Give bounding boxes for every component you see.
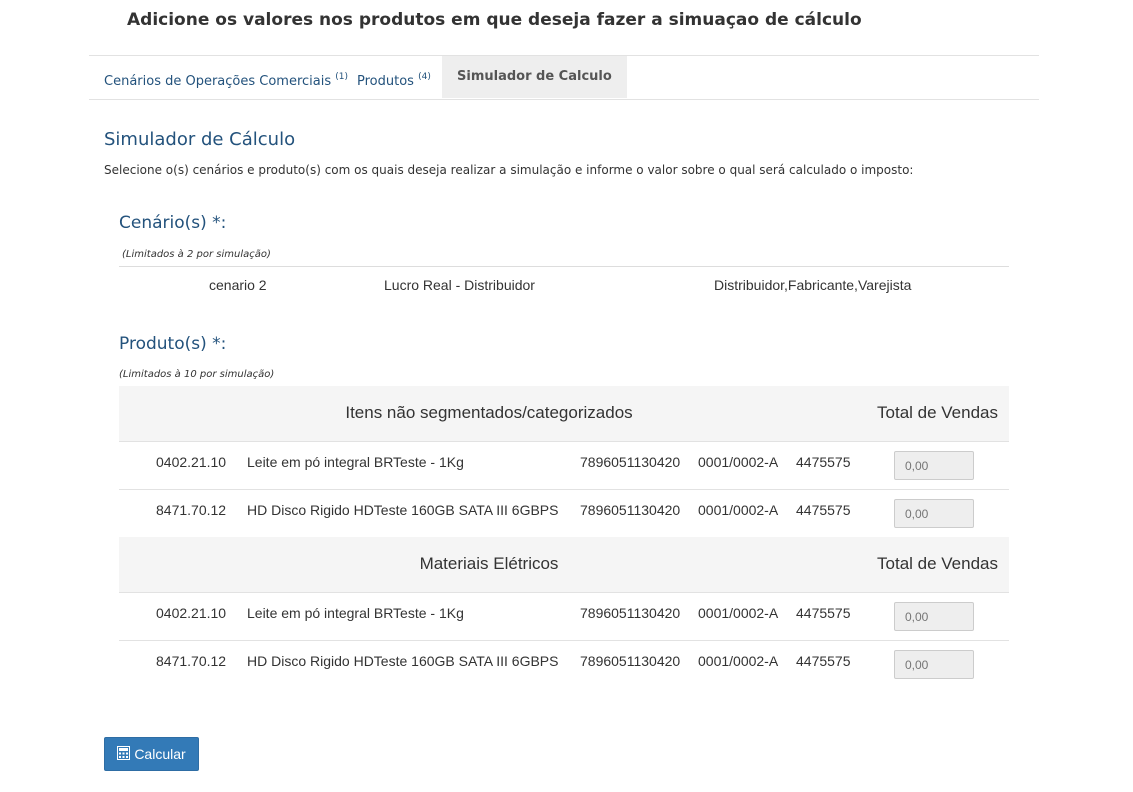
product-ean: 7896051130420 [580, 454, 681, 470]
tab-simulador[interactable]: Simulador de Calculo [442, 56, 627, 98]
product-ean: 7896051130420 [580, 605, 681, 621]
product-ncm: 0402.21.10 [156, 454, 227, 470]
product-code: 0001/0002-A [698, 502, 779, 518]
calculator-icon [117, 746, 131, 762]
section-title: Simulador de Cálculo [104, 129, 296, 150]
tab-produtos[interactable]: Produtos (4) [357, 56, 431, 98]
product-code: 0001/0002-A [698, 605, 779, 621]
section-intro: Selecione o(s) cenários e produto(s) com… [104, 163, 914, 177]
product-number: 4475575 [796, 502, 851, 518]
calculate-button-label: Calcular [134, 746, 186, 762]
tab-cenarios-count: (1) [335, 72, 349, 82]
group-title: Materiais Elétricos [419, 554, 559, 573]
table-row: 8471.70.12 HD Disco Rigido HDTeste 160GB… [119, 640, 1009, 688]
scenario-regime: Lucro Real - Distribuidor [384, 277, 535, 293]
sales-total-input[interactable] [894, 650, 974, 679]
table-row: 0402.21.10 Leite em pó integral BRTeste … [119, 592, 1009, 640]
product-number: 4475575 [796, 605, 851, 621]
product-description: HD Disco Rigido HDTeste 160GB SATA III 6… [247, 502, 559, 518]
product-ean: 7896051130420 [580, 653, 681, 669]
product-description: Leite em pó integral BRTeste - 1Kg [247, 454, 464, 470]
table-row: 0402.21.10 Leite em pó integral BRTeste … [119, 441, 1009, 489]
product-ean: 7896051130420 [580, 502, 681, 518]
table-row: 8471.70.12 HD Disco Rigido HDTeste 160GB… [119, 489, 1009, 537]
group-header: Itens não segmentados/categorizados Tota… [119, 386, 1009, 441]
sales-total-input[interactable] [894, 499, 974, 528]
scenarios-label: Cenário(s) *: [119, 213, 227, 233]
tab-bar: Cenários de Operações Comerciais (1) Pro… [89, 55, 1039, 100]
group-title: Itens não segmentados/categorizados [345, 403, 633, 422]
product-ncm: 0402.21.10 [156, 605, 227, 621]
tab-cenarios[interactable]: Cenários de Operações Comerciais (1) [104, 56, 348, 98]
sales-total-input[interactable] [894, 602, 974, 631]
tab-simulador-label: Simulador de Calculo [457, 69, 612, 84]
product-number: 4475575 [796, 653, 851, 669]
group-header: Materiais Elétricos Total de Vendas [119, 537, 1009, 592]
group-total-label: Total de Vendas [877, 403, 998, 422]
scenarios-limit: (Limitados à 2 por simulação) [122, 249, 271, 260]
product-description: HD Disco Rigido HDTeste 160GB SATA III 6… [247, 653, 559, 669]
calculate-button[interactable]: Calcular [104, 737, 199, 771]
sales-total-input[interactable] [894, 451, 974, 480]
scenario-types: Distribuidor,Fabricante,Varejista [714, 277, 912, 293]
products-label: Produto(s) *: [119, 334, 227, 354]
products-table: Itens não segmentados/categorizados Tota… [119, 386, 1009, 688]
tab-cenarios-label: Cenários de Operações Comerciais [104, 74, 332, 89]
tab-produtos-label: Produtos [357, 74, 414, 89]
product-code: 0001/0002-A [698, 454, 779, 470]
tab-produtos-count: (4) [418, 72, 431, 82]
products-limit: (Limitados à 10 por simulação) [119, 369, 275, 380]
product-code: 0001/0002-A [698, 653, 779, 669]
group-total-label: Total de Vendas [877, 554, 998, 573]
product-ncm: 8471.70.12 [156, 653, 227, 669]
product-number: 4475575 [796, 454, 851, 470]
page-header: Adicione os valores nos produtos em que … [127, 10, 862, 30]
scenario-name[interactable]: cenario 2 [209, 277, 267, 293]
product-ncm: 8471.70.12 [156, 502, 227, 518]
scenarios-divider [119, 266, 1009, 267]
product-description: Leite em pó integral BRTeste - 1Kg [247, 605, 464, 621]
